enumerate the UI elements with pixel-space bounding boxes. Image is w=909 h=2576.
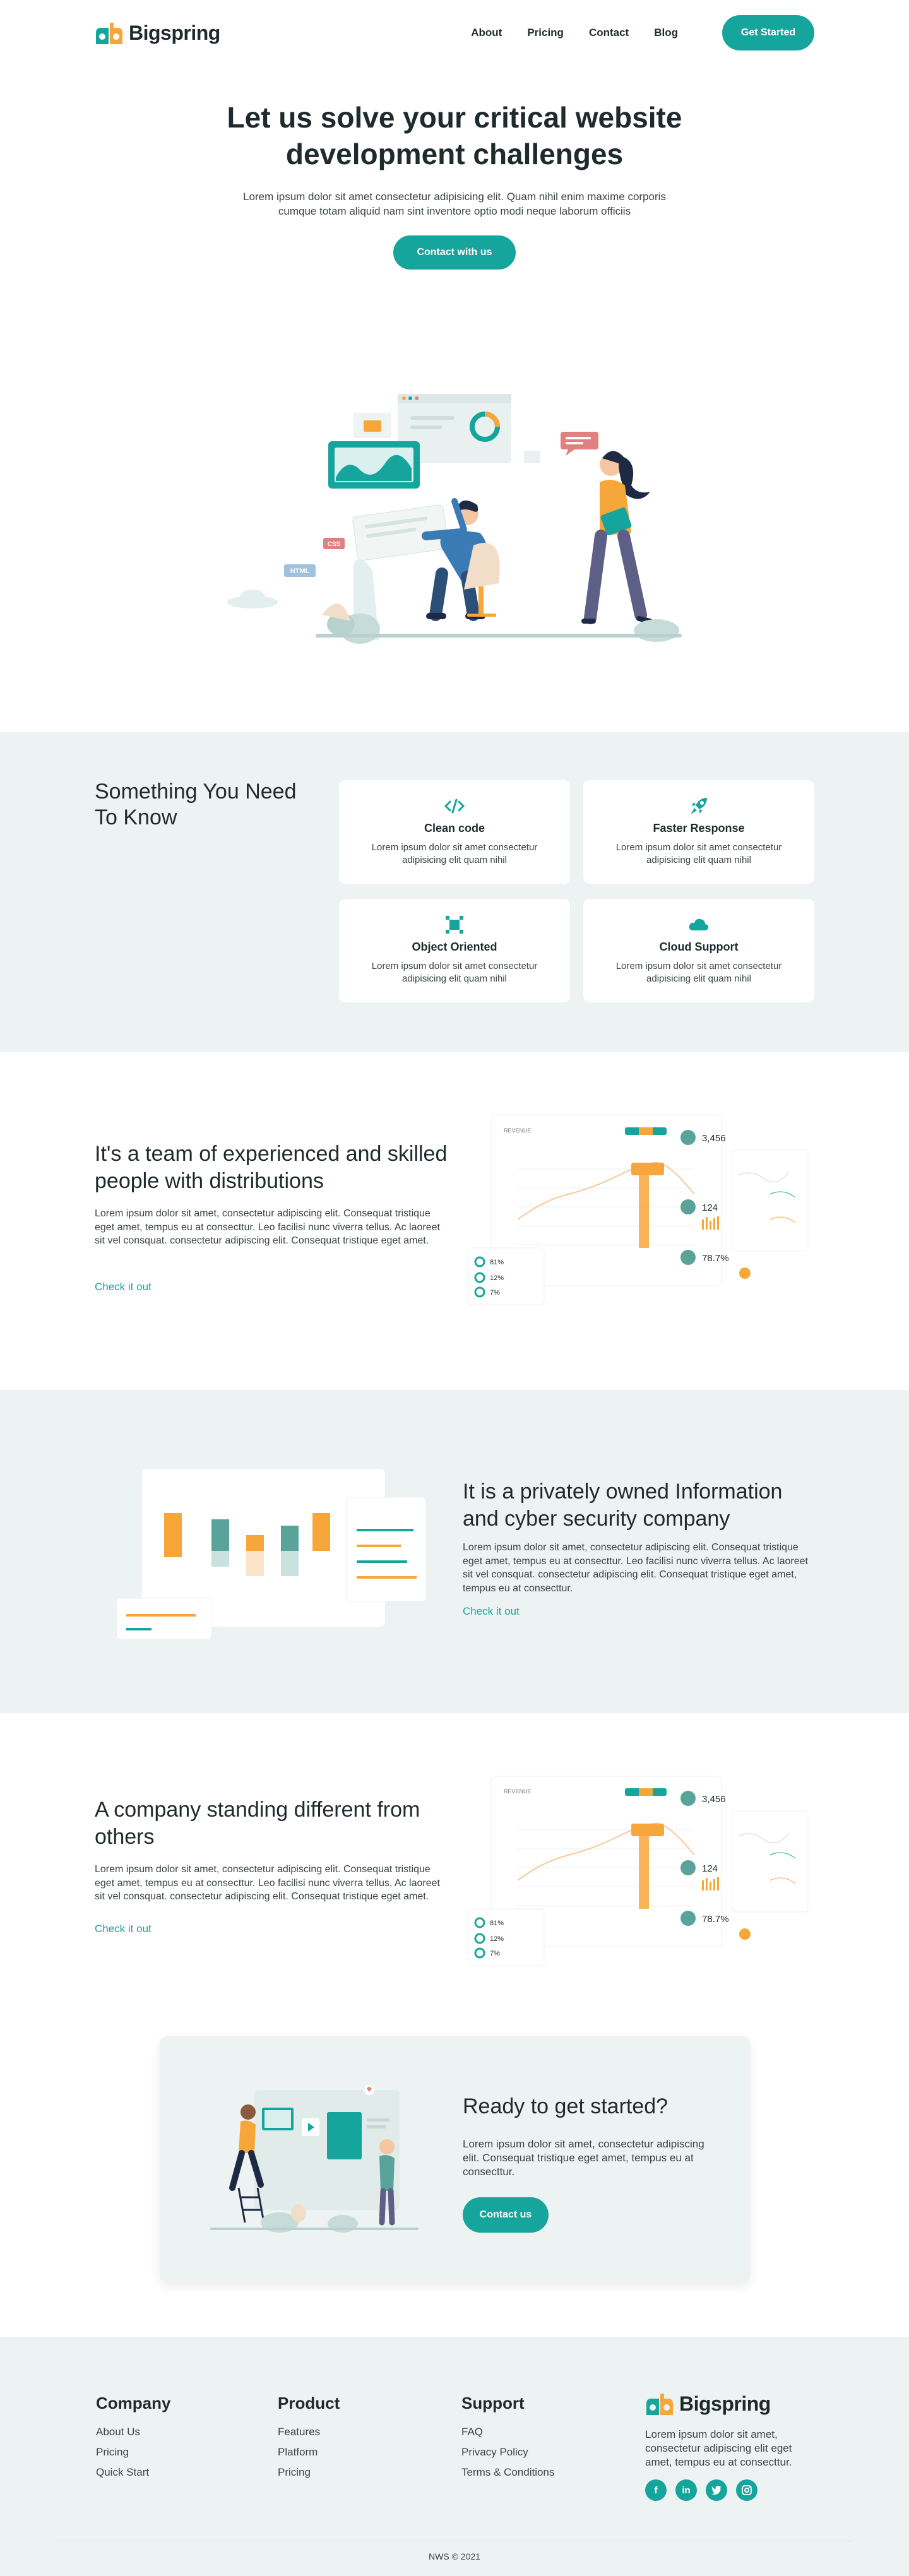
dashboard-label: REVENUE	[504, 1127, 532, 1134]
linkedin-icon[interactable]: in	[675, 2479, 697, 2502]
percent-1: 81%	[490, 1259, 504, 1266]
feature-card-object-oriented: Object Oriented Lorem ipsum dolor sit am…	[339, 899, 570, 1002]
cta-section: Ready to get started? Lorem ipsum dolor …	[0, 2022, 909, 2337]
different-title: A company standing different from others	[95, 1798, 420, 1849]
cta-title: Ready to get started?	[463, 2094, 668, 2118]
get-started-button[interactable]: Get Started	[722, 15, 814, 50]
nav-links: About Pricing Contact Blog Get Started	[471, 15, 814, 50]
rocket-icon	[583, 795, 814, 817]
hero-section: Let us solve your critical website devel…	[0, 66, 909, 732]
features-section: Something You Need To Know Clean code Lo…	[0, 732, 909, 1052]
nav-link-pricing[interactable]: Pricing	[527, 27, 564, 39]
footer-link-quick-start[interactable]: Quick Start	[96, 2462, 170, 2483]
facebook-icon[interactable]: f	[645, 2479, 667, 2502]
security-text: Lorem ipsum dolor sit amet, consectetur …	[463, 1542, 808, 1594]
feature-title: Cloud Support	[659, 941, 739, 953]
css-badge: CSS	[328, 541, 341, 548]
security-check-it-out-link[interactable]: Check it out	[463, 1605, 520, 1618]
percent-1: 81%	[490, 1920, 504, 1927]
brand-name: Bigspring	[679, 2392, 771, 2415]
footer-link-platform[interactable]: Platform	[278, 2442, 340, 2462]
different-text: Lorem ipsum dolor sit amet, consectetur …	[95, 1864, 440, 1902]
stat-value-1: 3,456	[702, 1133, 726, 1144]
stat-value-3: 78.7%	[702, 1253, 729, 1264]
object-icon	[339, 914, 570, 935]
bar-dashboard-illustration	[114, 1463, 429, 1646]
footer-brand-text: Lorem ipsum dolor sit amet, consectetur …	[645, 2428, 792, 2469]
revenue-dashboard-illustration-2: REVENUE 3,456 124 78.7% 81% 12% 7%	[467, 1773, 814, 1969]
top-nav: Bigspring About Pricing Contact Blog Get…	[0, 0, 909, 66]
different-section: A company standing different from others…	[0, 1713, 909, 2022]
percent-2: 12%	[490, 1935, 504, 1943]
brand-name: Bigspring	[129, 21, 220, 44]
cta-illustration	[210, 2085, 419, 2233]
hero-illustration: CSS HTML	[227, 394, 682, 644]
nav-link-contact[interactable]: Contact	[589, 27, 629, 39]
instagram-icon[interactable]	[736, 2479, 758, 2502]
social-links: f in	[645, 2479, 809, 2502]
hero-title: Let us solve your critical website devel…	[227, 101, 682, 170]
stat-value-3: 78.7%	[702, 1914, 729, 1925]
percent-2: 12%	[490, 1274, 504, 1282]
footer-link-faq[interactable]: FAQ	[461, 2422, 554, 2442]
cta-card: Ready to get started? Lorem ipsum dolor …	[160, 2036, 750, 2282]
percent-3: 7%	[490, 1950, 500, 1957]
feature-title: Faster Response	[653, 822, 745, 834]
cta-text: Lorem ipsum dolor sit amet, consectetur …	[463, 2138, 704, 2178]
different-check-it-out-link[interactable]: Check it out	[95, 1923, 152, 1935]
revenue-dashboard-illustration: REVENUE 3,456 124 78.7% 81% 12% 7%	[467, 1112, 814, 1308]
footer-brand-logo[interactable]: Bigspring	[645, 2391, 809, 2416]
footer-column-title: Support	[461, 2394, 525, 2413]
contact-with-us-button[interactable]: Contact with us	[393, 235, 516, 270]
feature-card-faster-response: Faster Response Lorem ipsum dolor sit am…	[583, 780, 814, 884]
team-section: It's a team of experienced and skilled p…	[0, 1052, 909, 1390]
footer-link-pricing-2[interactable]: Pricing	[278, 2462, 340, 2483]
footer-column-title: Product	[278, 2394, 340, 2413]
logo-icon	[646, 2394, 673, 2415]
stat-value-1: 3,456	[702, 1794, 726, 1805]
hero-text: Lorem ipsum dolor sit amet consectetur a…	[243, 191, 666, 217]
team-text: Lorem ipsum dolor sit amet, consectetur …	[95, 1208, 440, 1247]
features-title: Something You Need To Know	[95, 780, 297, 830]
feature-text: Lorem ipsum dolor sit amet consectetur a…	[371, 961, 538, 984]
footer-column-support: Support FAQ Privacy Policy Terms & Condi…	[461, 2394, 554, 2483]
site-footer: Company About Us Pricing Quick Start Pro…	[0, 2337, 909, 2576]
cloud-icon	[583, 914, 814, 935]
nav-link-about[interactable]: About	[471, 27, 502, 39]
stat-value-2: 124	[702, 1202, 718, 1213]
security-title: It is a privately owned Information and …	[463, 1480, 783, 1531]
footer-link-pricing[interactable]: Pricing	[96, 2442, 170, 2462]
feature-text: Lorem ipsum dolor sit amet consectetur a…	[371, 842, 538, 865]
security-section: It is a privately owned Information and …	[0, 1390, 909, 1713]
footer-link-features[interactable]: Features	[278, 2422, 340, 2442]
footer-column-product: Product Features Platform Pricing	[278, 2394, 340, 2483]
twitter-icon[interactable]	[706, 2479, 727, 2502]
footer-brand: Bigspring Lorem ipsum dolor sit amet, co…	[645, 2391, 809, 2502]
nav-link-blog[interactable]: Blog	[654, 27, 678, 39]
footer-link-privacy-policy[interactable]: Privacy Policy	[461, 2442, 554, 2462]
team-title: It's a team of experienced and skilled p…	[95, 1142, 448, 1193]
feature-text: Lorem ipsum dolor sit amet consectetur a…	[615, 961, 782, 984]
html-badge: HTML	[290, 567, 310, 575]
percent-3: 7%	[490, 1289, 500, 1297]
feature-text: Lorem ipsum dolor sit amet consectetur a…	[615, 842, 782, 865]
feature-card-cloud-support: Cloud Support Lorem ipsum dolor sit amet…	[583, 899, 814, 1002]
footer-column-company: Company About Us Pricing Quick Start	[96, 2394, 170, 2483]
footer-column-title: Company	[96, 2394, 171, 2413]
footer-link-terms[interactable]: Terms & Conditions	[461, 2462, 554, 2483]
dashboard-label: REVENUE	[504, 1788, 532, 1795]
logo-icon	[96, 23, 122, 44]
brand-logo[interactable]: Bigspring	[95, 20, 220, 45]
footer-link-about-us[interactable]: About Us	[96, 2422, 170, 2442]
code-icon	[339, 795, 570, 817]
feature-title: Clean code	[424, 822, 485, 834]
contact-us-button[interactable]: Contact us	[463, 2197, 549, 2233]
team-check-it-out-link[interactable]: Check it out	[95, 1281, 152, 1293]
feature-card-clean-code: Clean code Lorem ipsum dolor sit amet co…	[339, 780, 570, 884]
feature-title: Object Oriented	[412, 941, 497, 953]
copyright: NWS © 2021	[429, 2551, 480, 2561]
stat-value-2: 124	[702, 1863, 718, 1874]
